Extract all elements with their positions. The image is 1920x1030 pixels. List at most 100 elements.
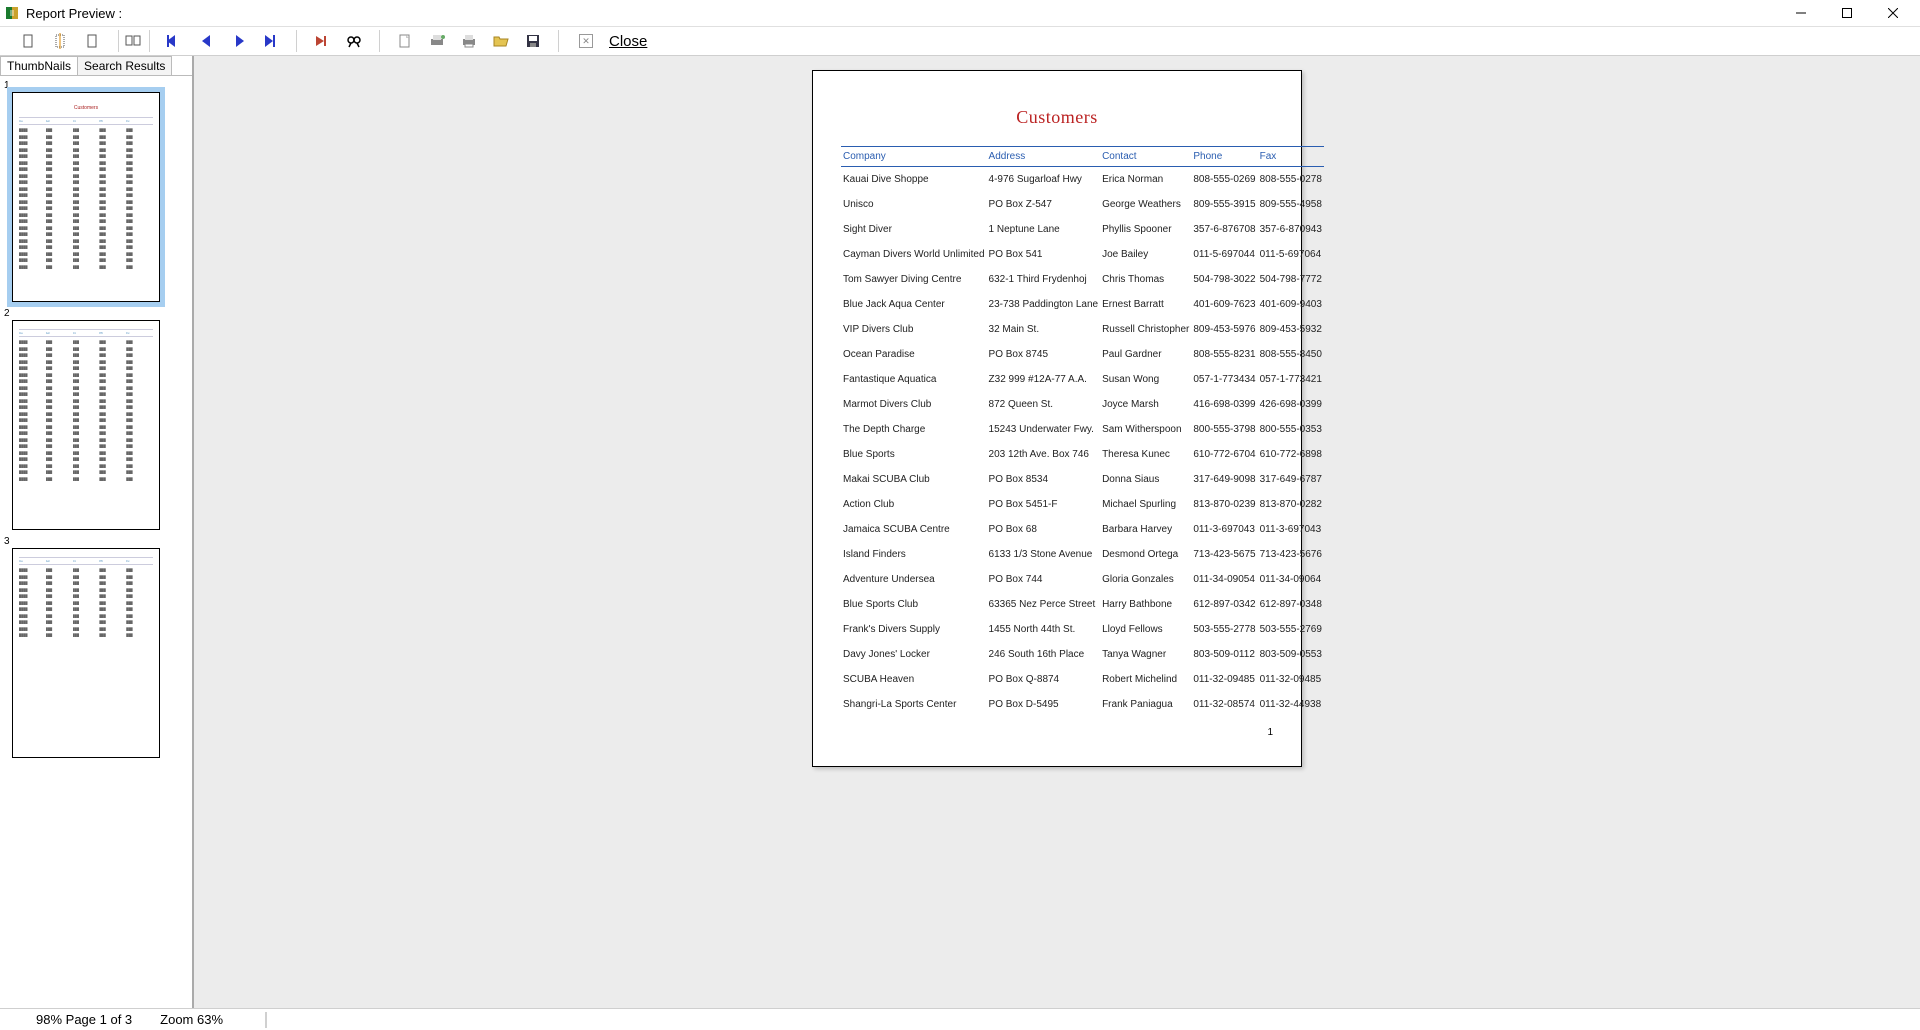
tab-search-results[interactable]: Search Results: [77, 56, 172, 75]
cell-address: 872 Queen St.: [987, 392, 1101, 417]
print-setup-icon[interactable]: [426, 30, 448, 52]
cell-fax: 357-6-870943: [1258, 217, 1324, 242]
title-bar: Report Preview :: [0, 0, 1920, 26]
cell-address: 63365 Nez Perce Street: [987, 592, 1101, 617]
report-page: Customers Company Address Contact Phone …: [812, 70, 1302, 767]
cell-phone: 011-32-09485: [1191, 667, 1257, 692]
cell-phone: 803-509-0112: [1191, 642, 1257, 667]
cell-company: Jamaica SCUBA Centre: [841, 517, 987, 542]
print-icon[interactable]: [458, 30, 480, 52]
close-button[interactable]: Close: [609, 33, 647, 50]
cell-contact: Lloyd Fellows: [1100, 617, 1191, 642]
table-row: Shangri-La Sports CenterPO Box D-5495Fra…: [841, 692, 1324, 717]
table-row: Action ClubPO Box 5451-FMichael Spurling…: [841, 492, 1324, 517]
open-icon[interactable]: [490, 30, 512, 52]
minimize-button[interactable]: [1778, 0, 1824, 26]
zoom-100-icon[interactable]: [50, 30, 72, 52]
table-row: VIP Divers Club32 Main St.Russell Christ…: [841, 317, 1324, 342]
cell-company: Shangri-La Sports Center: [841, 692, 987, 717]
table-row: Marmot Divers Club872 Queen St.Joyce Mar…: [841, 392, 1324, 417]
cell-phone: 809-453-5976: [1191, 317, 1257, 342]
close-window-button[interactable]: [1870, 0, 1916, 26]
cell-fax: 612-897-0348: [1258, 592, 1324, 617]
cell-contact: Susan Wong: [1100, 367, 1191, 392]
toolbar: ✕ Close: [0, 26, 1920, 56]
cell-company: Davy Jones' Locker: [841, 642, 987, 667]
cell-contact: Frank Paniagua: [1100, 692, 1191, 717]
cell-address: Z32 999 #12A-77 A.A.: [987, 367, 1101, 392]
goto-page-icon[interactable]: [311, 30, 333, 52]
cell-contact: Michael Spurling: [1100, 492, 1191, 517]
save-icon[interactable]: [522, 30, 544, 52]
thumbnail-list: 1CustomersCoAdCtPhFx████████████████████…: [0, 76, 192, 1008]
cell-contact: Tanya Wagner: [1100, 642, 1191, 667]
multi-page-icon[interactable]: [123, 30, 145, 52]
cell-phone: 317-649-9098: [1191, 467, 1257, 492]
cell-address: PO Box 744: [987, 567, 1101, 592]
cell-address: PO Box 5451-F: [987, 492, 1101, 517]
cell-phone: 504-798-3022: [1191, 267, 1257, 292]
cell-phone: 503-555-2778: [1191, 617, 1257, 642]
cell-fax: 011-5-697064: [1258, 242, 1324, 267]
col-fax: Fax: [1258, 147, 1324, 167]
cell-address: PO Box 541: [987, 242, 1101, 267]
cell-address: 203 12th Ave. Box 746: [987, 442, 1101, 467]
cell-company: Fantastique Aquatica: [841, 367, 987, 392]
prev-page-icon[interactable]: [196, 30, 218, 52]
col-contact: Contact: [1100, 147, 1191, 167]
cell-fax: 317-649-6787: [1258, 467, 1324, 492]
cell-phone: 808-555-0269: [1191, 167, 1257, 193]
cell-company: Cayman Divers World Unlimited: [841, 242, 987, 267]
cell-company: Ocean Paradise: [841, 342, 987, 367]
cell-phone: 800-555-3798: [1191, 417, 1257, 442]
cell-contact: Gloria Gonzales: [1100, 567, 1191, 592]
col-address: Address: [987, 147, 1101, 167]
cell-company: Blue Sports Club: [841, 592, 987, 617]
cell-address: 15243 Underwater Fwy.: [987, 417, 1101, 442]
cell-company: Marmot Divers Club: [841, 392, 987, 417]
cell-fax: 401-609-9403: [1258, 292, 1324, 317]
table-row: UniscoPO Box Z-547George Weathers809-555…: [841, 192, 1324, 217]
cell-address: 32 Main St.: [987, 317, 1101, 342]
cell-fax: 809-453-5932: [1258, 317, 1324, 342]
cell-phone: 357-6-876708: [1191, 217, 1257, 242]
thumbnail-page-1[interactable]: CustomersCoAdCtPhFx█████████████████████…: [12, 92, 160, 302]
zoom-fit-icon[interactable]: [18, 30, 40, 52]
cell-address: 632-1 Third Frydenhoj: [987, 267, 1101, 292]
table-row: Frank's Divers Supply1455 North 44th St.…: [841, 617, 1324, 642]
cell-address: 1 Neptune Lane: [987, 217, 1101, 242]
cell-company: Blue Jack Aqua Center: [841, 292, 987, 317]
cell-contact: Joyce Marsh: [1100, 392, 1191, 417]
cell-phone: 011-3-697043: [1191, 517, 1257, 542]
table-row: Blue Jack Aqua Center23-738 Paddington L…: [841, 292, 1324, 317]
search-icon[interactable]: [343, 30, 365, 52]
cell-fax: 426-698-0399: [1258, 392, 1324, 417]
close-box-icon[interactable]: ✕: [579, 34, 593, 48]
tab-thumbnails[interactable]: ThumbNails: [0, 56, 78, 75]
cell-contact: Robert Michelind: [1100, 667, 1191, 692]
cell-fax: 813-870-0282: [1258, 492, 1324, 517]
zoom-width-icon[interactable]: [82, 30, 104, 52]
thumbnail-page-2[interactable]: CoAdCtPhFx██████████████████████████████…: [12, 320, 160, 530]
first-page-icon[interactable]: [164, 30, 186, 52]
cell-contact: Russell Christopher: [1100, 317, 1191, 342]
table-row: SCUBA HeavenPO Box Q-8874Robert Michelin…: [841, 667, 1324, 692]
cell-phone: 011-34-09054: [1191, 567, 1257, 592]
table-row: Kauai Dive Shoppe4-976 Sugarloaf HwyEric…: [841, 167, 1324, 193]
cell-company: Makai SCUBA Club: [841, 467, 987, 492]
new-page-icon[interactable]: [394, 30, 416, 52]
cell-company: Island Finders: [841, 542, 987, 567]
app-icon: [4, 5, 20, 21]
maximize-button[interactable]: [1824, 0, 1870, 26]
cell-contact: Theresa Kunec: [1100, 442, 1191, 467]
last-page-icon[interactable]: [260, 30, 282, 52]
cell-address: PO Box D-5495: [987, 692, 1101, 717]
next-page-icon[interactable]: [228, 30, 250, 52]
report-title: Customers: [841, 107, 1273, 128]
cell-phone: 809-555-3915: [1191, 192, 1257, 217]
cell-fax: 011-32-44938: [1258, 692, 1324, 717]
table-row: The Depth Charge15243 Underwater Fwy.Sam…: [841, 417, 1324, 442]
thumbnail-page-3[interactable]: CoAdCtPhFx██████████████████████████████…: [12, 548, 160, 758]
table-row: Ocean ParadisePO Box 8745Paul Gardner808…: [841, 342, 1324, 367]
cell-fax: 713-423-5676: [1258, 542, 1324, 567]
